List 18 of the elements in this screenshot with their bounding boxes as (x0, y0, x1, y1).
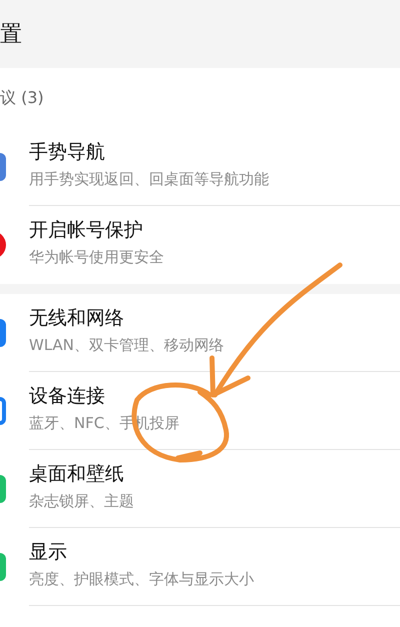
settings-row[interactable]: 手势导航 用手势实现返回、回桌面等导航功能 (0, 128, 400, 206)
row-subtitle: 用手势实现返回、回桌面等导航功能 (29, 169, 270, 190)
row-title: 显示 (29, 540, 68, 565)
settings-row[interactable]: 开启帐号保护 华为帐号使用更安全 (0, 206, 400, 284)
row-title: 桌面和壁纸 (29, 462, 125, 487)
row-subtitle: 杂志锁屏、主题 (29, 491, 135, 512)
page-title: 置 (0, 20, 22, 48)
row-title: 手势导航 (29, 140, 106, 165)
row-title: 无线和网络 (29, 306, 125, 331)
row-subtitle: 华为帐号使用更安全 (29, 247, 165, 268)
settings-row[interactable]: 无线和网络 WLAN、双卡管理、移动网络 (0, 294, 400, 372)
row-subtitle: 亮度、护眼模式、字体与显示大小 (29, 569, 255, 590)
row-title: 设备连接 (29, 384, 106, 409)
section-label: 议 (3) (0, 87, 44, 109)
row-title: 开启帐号保护 (29, 218, 144, 243)
settings-row[interactable]: 桌面和壁纸 杂志锁屏、主题 (0, 450, 400, 528)
row-subtitle: WLAN、双卡管理、移动网络 (29, 335, 226, 356)
settings-row[interactable]: 显示 亮度、护眼模式、字体与显示大小 (0, 528, 400, 606)
